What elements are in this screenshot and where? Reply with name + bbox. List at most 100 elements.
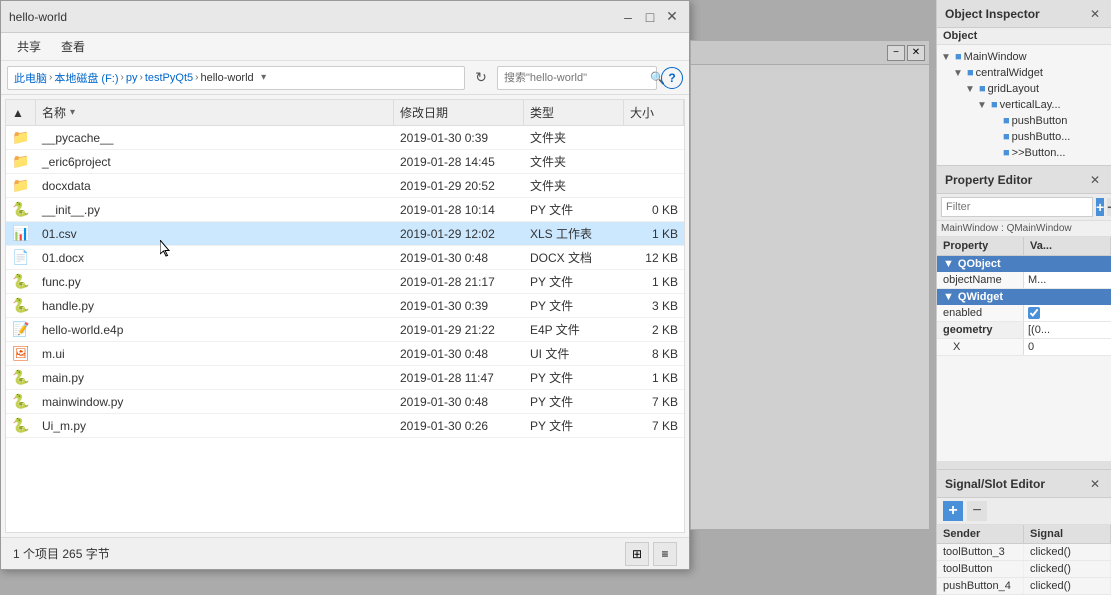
bc-current: hello-world [200, 72, 253, 84]
right-panel: Object Inspector ✕ Object ▼ ■ MainWindow… [936, 0, 1111, 595]
refresh-button[interactable]: ↻ [469, 66, 493, 90]
bg-win-minimize[interactable]: − [887, 45, 905, 61]
size-col-header[interactable]: 大小 [624, 100, 684, 125]
table-row[interactable]: 📁 _eric6project 2019-01-28 14:45 文件夹 [6, 150, 684, 174]
file-moddate-cell: 2019-01-28 10:14 [394, 198, 524, 221]
bc-testpyqt5[interactable]: testPyQt5 [145, 72, 193, 84]
prop-value-x[interactable]: 0 [1024, 339, 1111, 355]
close-button[interactable]: ✕ [663, 8, 681, 26]
list-view-button[interactable]: ≡ [653, 542, 677, 566]
table-row[interactable]: 🖼 m.ui 2019-01-30 0:48 UI 文件 8 KB [6, 342, 684, 366]
sort-indicator: ▾ [70, 107, 75, 118]
grid-view-button[interactable]: ⊞ [625, 542, 649, 566]
signal-row[interactable]: toolButton clicked() [937, 561, 1111, 578]
signal-remove-button[interactable]: − [967, 501, 987, 521]
table-row[interactable]: 📝 hello-world.e4p 2019-01-29 21:22 E4P 文… [6, 318, 684, 342]
property-editor-close[interactable]: ✕ [1087, 172, 1103, 188]
name-col-header[interactable]: 名称 ▾ [36, 100, 394, 125]
file-name-cell: _eric6project [36, 150, 394, 173]
table-row[interactable]: 🐍 handle.py 2019-01-30 0:39 PY 文件 3 KB [6, 294, 684, 318]
file-size-cell: 1 KB [624, 222, 684, 245]
property-filter-input[interactable] [941, 197, 1093, 217]
table-row[interactable]: 📊 01.csv 2019-01-29 12:02 XLS 工作表 1 KB [6, 222, 684, 246]
menu-share[interactable]: 共享 [9, 36, 49, 57]
file-moddate-cell: 2019-01-30 0:39 [394, 126, 524, 149]
table-row[interactable]: 📁 __pycache__ 2019-01-30 0:39 文件夹 [6, 126, 684, 150]
file-list: ▲ 名称 ▾ 修改日期 类型 大小 📁 [5, 99, 685, 533]
file-icon: 📁 [12, 129, 29, 146]
property-scrollbar[interactable] [937, 461, 1111, 469]
prop-value-enabled[interactable] [1024, 305, 1111, 321]
tree-item[interactable]: ■ pushButto... [937, 129, 1111, 145]
window-title: hello-world [9, 10, 67, 24]
tree-node-icon: ■ [967, 67, 974, 79]
file-type-cell: PY 文件 [524, 270, 624, 293]
table-row[interactable]: 🐍 mainwindow.py 2019-01-30 0:48 PY 文件 7 … [6, 390, 684, 414]
tree-item[interactable]: ▼ ■ gridLayout [937, 81, 1111, 97]
signal-row[interactable]: toolButton_3 clicked() [937, 544, 1111, 561]
bc-drive[interactable]: 本地磁盘 (F:) [54, 70, 118, 86]
property-row-objectname[interactable]: objectName M... [937, 272, 1111, 289]
bg-win-close[interactable]: ✕ [907, 45, 925, 61]
signal-row[interactable]: pushButton_4 clicked() [937, 578, 1111, 595]
help-button[interactable]: ? [661, 67, 683, 89]
prop-value-geometry[interactable]: [(0... [1024, 322, 1111, 338]
file-size-cell: 0 KB [624, 198, 684, 221]
file-type-cell: PY 文件 [524, 294, 624, 317]
moddate-col-header[interactable]: 修改日期 [394, 100, 524, 125]
tree-node-icon: ■ [979, 83, 986, 95]
bc-computer[interactable]: 此电脑 [14, 70, 47, 86]
type-col-header[interactable]: 类型 [524, 100, 624, 125]
signal-editor-close[interactable]: ✕ [1087, 476, 1103, 492]
table-row[interactable]: 📁 docxdata 2019-01-29 20:52 文件夹 [6, 174, 684, 198]
signal-col-signal: Signal [1024, 525, 1111, 543]
file-icon-cell: 🐍 [6, 390, 36, 413]
table-row[interactable]: 🐍 __init__.py 2019-01-28 10:14 PY 文件 0 K… [6, 198, 684, 222]
breadcrumb-dropdown-button[interactable]: ▾ [256, 70, 272, 86]
file-icon: 🐍 [12, 273, 29, 290]
minimize-button[interactable]: – [619, 8, 637, 26]
property-row-geometry[interactable]: geometry [(0... [937, 322, 1111, 339]
prop-value-objectname[interactable]: M... [1024, 272, 1111, 288]
tree-item[interactable]: ■ >>Button... [937, 145, 1111, 161]
tree-arrow-icon: ▼ [977, 100, 989, 111]
property-col-property: Property [937, 237, 1024, 255]
file-moddate-cell: 2019-01-29 12:02 [394, 222, 524, 245]
table-row[interactable]: 🐍 Ui_m.py 2019-01-30 0:26 PY 文件 7 KB [6, 414, 684, 438]
signal-signal-cell: clicked() [1024, 561, 1111, 577]
signal-table: toolButton_3 clicked() toolButton clicke… [937, 544, 1111, 595]
table-row[interactable]: 🐍 func.py 2019-01-28 21:17 PY 文件 1 KB [6, 270, 684, 294]
tree-item[interactable]: ■ pushButton [937, 113, 1111, 129]
tree-node-icon: ■ [991, 99, 998, 111]
object-inspector: Object Inspector ✕ Object ▼ ■ MainWindow… [937, 0, 1111, 166]
tree-item[interactable]: ▼ ■ verticalLay... [937, 97, 1111, 113]
prop-name-objectname: objectName [937, 272, 1024, 288]
file-name-cell: 01.csv [36, 222, 394, 245]
tree-item[interactable]: ▼ ■ centralWidget [937, 65, 1111, 81]
signal-column-headers: Sender Signal [937, 525, 1111, 544]
file-type-cell: 文件夹 [524, 150, 624, 173]
property-filter-remove-button[interactable]: − [1107, 198, 1111, 216]
signal-add-button[interactable]: + [943, 501, 963, 521]
file-size-cell: 1 KB [624, 366, 684, 389]
file-size-cell: 7 KB [624, 390, 684, 413]
tree-item[interactable]: ▼ ■ MainWindow [937, 49, 1111, 65]
file-moddate-cell: 2019-01-30 0:39 [394, 294, 524, 317]
property-filter-add-button[interactable]: + [1096, 198, 1104, 216]
file-moddate-cell: 2019-01-29 21:22 [394, 318, 524, 341]
menu-view[interactable]: 查看 [53, 36, 93, 57]
bc-py[interactable]: py [126, 72, 138, 84]
maximize-button[interactable]: □ [641, 8, 659, 26]
signal-col-sender: Sender [937, 525, 1024, 543]
table-row[interactable]: 📄 01.docx 2019-01-30 0:48 DOCX 文档 12 KB [6, 246, 684, 270]
search-input[interactable] [504, 72, 646, 84]
property-row-x[interactable]: X 0 [937, 339, 1111, 356]
object-inspector-close[interactable]: ✕ [1087, 6, 1103, 22]
section-qobject: ▼ QObject [937, 256, 1111, 272]
enabled-checkbox[interactable] [1028, 307, 1040, 319]
tree-node-label: pushButto... [1012, 131, 1071, 143]
file-icon: 🖼 [12, 345, 30, 362]
file-moddate-cell: 2019-01-28 21:17 [394, 270, 524, 293]
property-row-enabled[interactable]: enabled [937, 305, 1111, 322]
table-row[interactable]: 🐍 main.py 2019-01-28 11:47 PY 文件 1 KB [6, 366, 684, 390]
